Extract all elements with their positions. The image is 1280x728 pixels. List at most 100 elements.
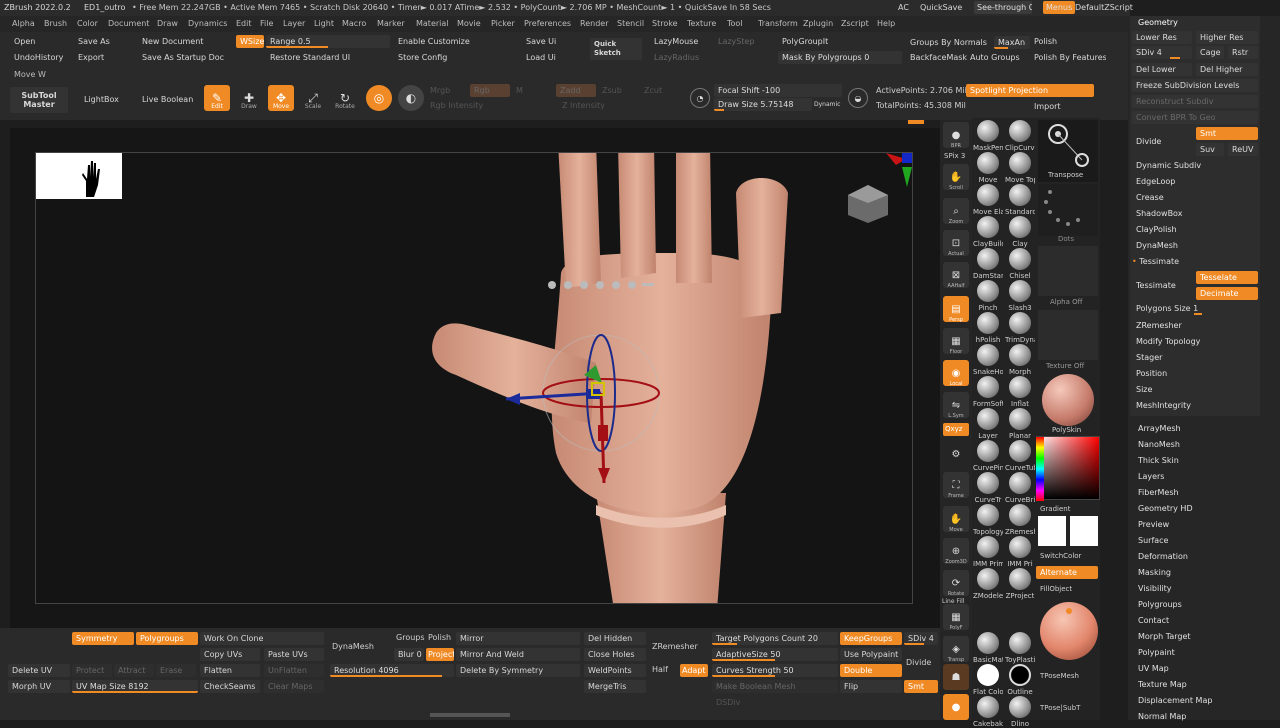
brush-hpolish[interactable]: hPolish — [973, 312, 1003, 344]
brush-topology[interactable]: Topology — [973, 504, 1003, 536]
brush-planar[interactable]: Planar — [1005, 408, 1035, 440]
actual-button[interactable]: ⊡ Actual — [943, 230, 969, 257]
delete-by-symmetry-button[interactable]: Delete By Symmetry — [456, 664, 580, 677]
zoom-button[interactable]: ⌕ Zoom — [943, 198, 969, 225]
spotlight-projection-button[interactable]: Spotlight Projection — [966, 84, 1094, 97]
material-sphere[interactable]: ◐ — [398, 85, 424, 111]
freeze-subdivision-button[interactable]: Freeze SubDivision Levels — [1132, 79, 1258, 92]
tool-menu-visibility[interactable]: Visibility — [1138, 584, 1172, 593]
default-zscript-button[interactable]: DefaultZScript — [1075, 3, 1133, 12]
unflatten-button[interactable]: UnFlatten — [264, 664, 324, 677]
brush-chisel[interactable]: Chisel — [1005, 248, 1035, 280]
size-item[interactable]: Size — [1136, 385, 1152, 394]
fillobject-button[interactable]: FillObject — [1040, 585, 1072, 593]
brush-curvepinch[interactable]: CurvePinch — [973, 440, 1003, 472]
tessimate-header[interactable]: • Tessimate — [1132, 257, 1179, 266]
aahalf-button[interactable]: ⊠ AAHalf — [943, 262, 969, 289]
tool-menu-preview[interactable]: Preview — [1138, 520, 1169, 529]
delete-uv-button[interactable]: Delete UV — [8, 664, 70, 677]
reconstruct-subdiv-button[interactable]: Reconstruct Subdiv — [1132, 95, 1258, 108]
store-config-button[interactable]: Store Config — [394, 51, 518, 64]
polyf-button[interactable]: ▦ PolyF — [943, 604, 969, 631]
enable-customize-button[interactable]: Enable Customize — [394, 35, 518, 48]
menu-stencil[interactable]: Stencil — [617, 19, 644, 28]
smt-toggle[interactable]: Smt — [1196, 127, 1258, 140]
edgeloop-item[interactable]: EdgeLoop — [1136, 177, 1175, 186]
open-button[interactable]: Open — [10, 35, 72, 48]
zremesher-item[interactable]: ZRemesher — [1136, 321, 1182, 330]
meshintegrity-item[interactable]: MeshIntegrity — [1136, 401, 1191, 410]
qxyz-toggle[interactable]: Qxyz — [943, 423, 969, 436]
clear-maps-button[interactable]: Clear Maps — [264, 680, 324, 693]
lazystep-slider[interactable]: LazyStep — [714, 35, 776, 48]
brush-imm-primitives[interactable]: IMM Primitives — [973, 536, 1003, 568]
tool-menu-morph-target[interactable]: Morph Target — [1138, 632, 1191, 641]
brush-clipcurve[interactable]: ClipCurve — [1005, 120, 1035, 152]
draw-size-slider[interactable]: Draw Size 5.75148 — [714, 98, 812, 111]
zsub-toggle[interactable]: Zsub — [602, 86, 622, 95]
del-hidden-button[interactable]: Del Hidden — [584, 632, 646, 645]
zoom3d-button[interactable]: ⊕ Zoom3D — [943, 538, 969, 565]
export-button[interactable]: Export — [74, 51, 134, 64]
edit-mode-button[interactable]: ✎ Edit — [204, 85, 230, 111]
restore-standard-ui-button[interactable]: Restore Standard UI — [266, 51, 390, 64]
curves-strength-slider[interactable]: Curves Strength 50 — [712, 664, 838, 677]
polish-toggle[interactable]: Polish — [428, 633, 451, 642]
menu-zscript[interactable]: Zscript — [841, 19, 869, 28]
tool-menu-layers[interactable]: Layers — [1138, 472, 1164, 481]
groups-by-normals-button[interactable]: Groups By Normals — [906, 36, 994, 49]
alternate-button[interactable]: Alternate — [1036, 566, 1098, 579]
brush-morph[interactable]: Morph — [1005, 344, 1035, 376]
brush-inflat[interactable]: Inflat — [1005, 376, 1035, 408]
menu-macro[interactable]: Macro — [342, 19, 366, 28]
brush-layer[interactable]: Layer — [973, 408, 1003, 440]
adaptive-size-slider[interactable]: AdaptiveSize 50 — [712, 648, 838, 661]
bottom-scrollbar[interactable] — [430, 713, 510, 717]
save-as-button[interactable]: Save As — [74, 35, 134, 48]
rgb-intensity-slider[interactable]: Rgb Intensity — [426, 99, 552, 112]
tool-menu-displacement-map[interactable]: Displacement Map — [1138, 696, 1212, 705]
subtool-master-button[interactable]: SubTool Master — [10, 87, 68, 113]
menu-document[interactable]: Document — [108, 19, 149, 28]
paste-uvs-button[interactable]: Paste UVs — [264, 648, 324, 661]
half-button[interactable]: Half — [652, 665, 668, 674]
see-through-slider[interactable]: See-through 0 — [974, 1, 1032, 14]
dynamesh-button[interactable]: DynaMesh — [332, 642, 374, 651]
erase-button[interactable]: Erase — [156, 664, 196, 677]
menu-movie[interactable]: Movie — [457, 19, 481, 28]
save-ui-button[interactable]: Save Ui — [522, 35, 584, 48]
transp-button[interactable]: ◈ Transp — [943, 636, 969, 663]
convert-bpr-button[interactable]: Convert BPR To Geo — [1132, 111, 1258, 124]
resolution-slider[interactable]: Resolution 4096 — [330, 664, 454, 677]
menu-marker[interactable]: Marker — [377, 19, 405, 28]
del-higher-button[interactable]: Del Higher — [1196, 63, 1258, 76]
tool-menu-geometry-hd[interactable]: Geometry HD — [1138, 504, 1193, 513]
texture-thumb[interactable] — [1038, 310, 1098, 360]
work-on-clone-button[interactable]: Work On Clone — [200, 632, 324, 645]
menu-file[interactable]: File — [260, 19, 273, 28]
auto-groups-button[interactable]: Auto Groups — [966, 51, 1026, 64]
make-boolean-mesh-button[interactable]: Make Boolean Mesh — [712, 680, 838, 693]
lsym-button[interactable]: ⇋ L.Sym — [943, 392, 969, 419]
brush-damstandard[interactable]: DamStandard — [973, 248, 1003, 280]
tessimate-button[interactable]: Tessimate — [1136, 281, 1176, 290]
menu-help[interactable]: Help — [877, 19, 895, 28]
polypaint-preview-sphere[interactable] — [1040, 602, 1098, 660]
tool-menu-texture-map[interactable]: Texture Map — [1138, 680, 1187, 689]
menu-texture[interactable]: Texture — [687, 19, 716, 28]
menu-material[interactable]: Material — [416, 19, 449, 28]
zremesher-button[interactable]: ZRemesher — [652, 642, 698, 651]
shadowbox-item[interactable]: ShadowBox — [1136, 209, 1182, 218]
crease-item[interactable]: Crease — [1136, 193, 1164, 202]
geometry-header[interactable]: Geometry — [1138, 18, 1178, 27]
brush-snakehook[interactable]: SnakeHook — [973, 344, 1003, 376]
symmetry-button[interactable]: Symmetry — [72, 632, 134, 645]
groups-toggle[interactable]: Groups — [396, 633, 425, 642]
brush-slash3[interactable]: Slash3 — [1005, 280, 1035, 312]
stager-item[interactable]: Stager — [1136, 353, 1162, 362]
maxangle-slider[interactable]: MaxAn — [994, 36, 1030, 49]
brush-clay[interactable]: Clay — [1005, 216, 1035, 248]
frame-button[interactable]: ⛶ Frame — [943, 472, 969, 499]
tpose-subt-button[interactable]: TPose|SubT — [1040, 704, 1080, 712]
document-viewport[interactable] — [35, 152, 913, 604]
